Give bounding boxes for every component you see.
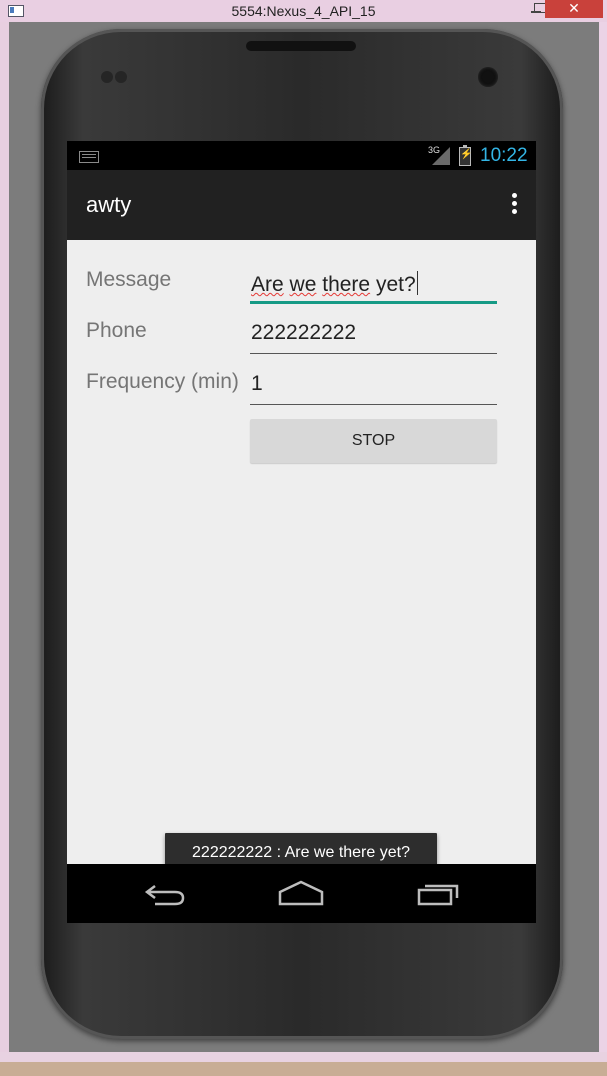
message-word: we <box>289 273 317 296</box>
window-border-bottom <box>0 1052 607 1076</box>
message-word: yet? <box>375 273 416 296</box>
phone-input[interactable]: 222222222 <box>250 306 497 354</box>
back-icon[interactable] <box>141 878 189 908</box>
status-bar: 3G 10:22 <box>67 141 536 170</box>
proximity-sensor <box>101 71 113 83</box>
input-underline <box>250 301 497 304</box>
battery-charging-icon <box>459 145 472 166</box>
window-titlebar: 5554:Nexus_4_API_15 ✕ <box>0 0 607 22</box>
frequency-value: 1 <box>251 372 263 395</box>
frequency-input[interactable]: 1 <box>250 357 497 405</box>
window-border-right <box>599 22 607 1052</box>
close-button[interactable]: ✕ <box>545 0 603 18</box>
device-screen: 3G 10:22 awty Message Are we there yet? … <box>67 141 536 923</box>
input-underline <box>250 353 497 354</box>
window-title: 5554:Nexus_4_API_15 <box>231 3 376 19</box>
message-word: there <box>322 273 371 296</box>
message-label: Message <box>86 268 172 291</box>
action-bar: awty <box>67 170 536 240</box>
overflow-menu-icon[interactable] <box>506 193 522 217</box>
phone-value: 222222222 <box>251 321 357 344</box>
speaker-grille <box>246 41 356 51</box>
input-underline <box>250 404 497 405</box>
app-title: awty <box>86 192 132 217</box>
message-word: Are <box>251 273 284 296</box>
text-cursor <box>416 271 419 295</box>
message-input[interactable]: Are we there yet? <box>250 256 497 304</box>
frequency-label: Frequency (min) <box>86 370 239 393</box>
signal-icon: 3G <box>428 145 450 165</box>
home-icon[interactable] <box>277 878 325 908</box>
status-clock: 10:22 <box>480 145 528 166</box>
phone-label: Phone <box>86 319 147 342</box>
stop-button[interactable]: STOP <box>250 419 497 463</box>
main-content: Message Are we there yet? Phone 22222222… <box>67 240 536 873</box>
light-sensor <box>115 71 127 83</box>
front-camera <box>478 67 498 87</box>
recent-apps-icon[interactable] <box>415 878 463 908</box>
navigation-bar <box>67 864 536 923</box>
keyboard-icon <box>79 151 99 163</box>
